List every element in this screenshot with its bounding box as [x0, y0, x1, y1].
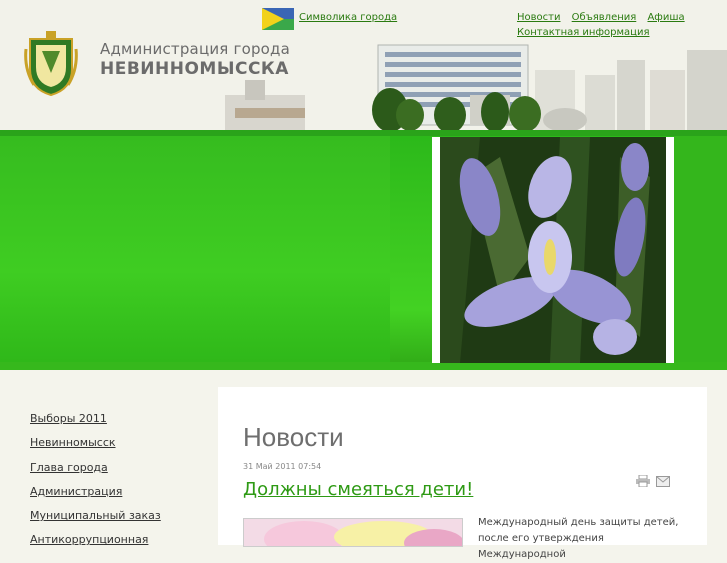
sidebar-item-anticorruption[interactable]: Антикоррупционная — [30, 533, 200, 557]
article-date: 31 Май 2011 07:54 — [243, 462, 322, 471]
admin-title-line2: НЕВИННОМЫССКА — [100, 59, 289, 79]
sidebar-item-nevinnomyssk[interactable]: Невинномысск — [30, 436, 200, 460]
article-text-line1: Международный день защиты детей, — [478, 517, 679, 528]
print-icon[interactable] — [636, 475, 650, 487]
city-skyline-image — [225, 44, 727, 130]
banner-bottom-strip — [0, 362, 727, 370]
banner-left-panel — [0, 136, 390, 362]
nav-posters-link[interactable]: Афиша — [647, 12, 684, 23]
sidebar-item-city-head[interactable]: Глава города — [30, 461, 200, 485]
nav-news-link[interactable]: Новости — [517, 12, 560, 23]
city-coat-of-arms-icon — [24, 31, 78, 97]
page-title: Новости — [243, 422, 344, 452]
city-symbols-link[interactable]: Символика города — [299, 12, 397, 23]
admin-title-line1: Администрация города — [100, 40, 291, 58]
contact-navigation: Контактная информация — [517, 27, 649, 38]
top-navigation: Новости Объявления Афиша — [517, 12, 693, 23]
nav-contact-link[interactable]: Контактная информация — [517, 27, 649, 38]
sidebar-item-administration[interactable]: Администрация — [30, 485, 200, 509]
sidebar-item-elections[interactable]: Выборы 2011 — [30, 412, 200, 436]
sidebar-item-municipal-order[interactable]: Муниципальный заказ — [30, 509, 200, 533]
article-text: Международный день защиты детей, после е… — [478, 515, 688, 563]
article-text-line2: после его утверждения Международной — [478, 533, 604, 560]
article-thumbnail-image — [243, 518, 463, 547]
left-sidebar-menu: Выборы 2011 Невинномысск Глава города Ад… — [30, 412, 200, 558]
site-header: Администрация города НЕВИННОМЫССКА Симво… — [0, 0, 727, 130]
iris-flower-photo — [440, 137, 666, 363]
nav-announcements-link[interactable]: Объявления — [572, 12, 637, 23]
city-flag-icon — [262, 8, 294, 30]
article-title-link[interactable]: Должны смеяться дети! — [243, 479, 473, 500]
banner-right-panel — [674, 136, 727, 362]
email-icon[interactable] — [656, 476, 670, 487]
